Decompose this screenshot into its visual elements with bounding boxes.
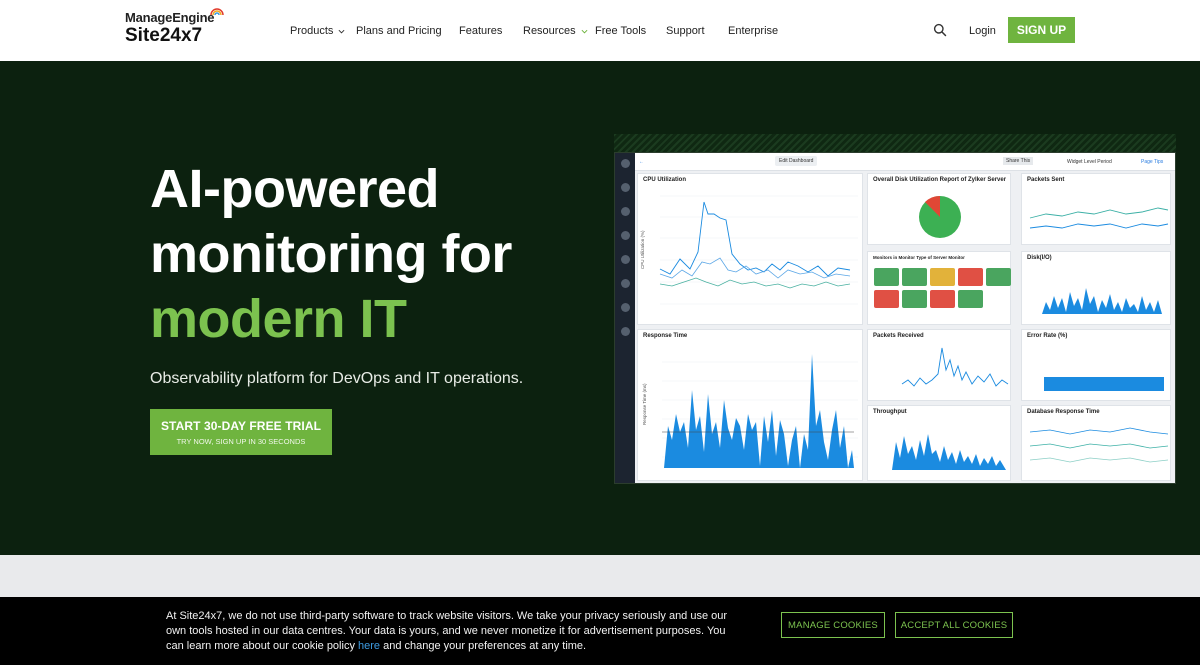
- hero-heading: AI-powered monitoring for modern IT: [150, 157, 512, 352]
- widget-error-rate: Error Rate (%): [1021, 329, 1171, 401]
- db-response-chart: [1029, 427, 1169, 463]
- monitor-tile: [874, 290, 899, 308]
- monitor-tile: [902, 290, 927, 308]
- edit-dashboard-button: Edit Dashboard: [775, 156, 818, 166]
- sidebar-icon: [621, 327, 630, 336]
- search-icon[interactable]: [933, 23, 947, 37]
- nav-features-label: Features: [459, 25, 503, 37]
- logo-arc-icon: [210, 8, 224, 16]
- nav-enterprise-label: Enterprise: [728, 25, 779, 37]
- site24x7-logo[interactable]: ManageEngine Site24x7: [125, 8, 224, 46]
- sidebar-icon: [621, 183, 630, 192]
- cookie-policy-link[interactable]: here: [358, 640, 380, 652]
- signup-button[interactable]: SIGN UP: [1008, 17, 1075, 43]
- sidebar-icon: [621, 159, 630, 168]
- logo-manageengine-text: ManageEngine: [125, 10, 215, 25]
- hero-heading-line2: monitoring for: [150, 224, 512, 284]
- accept-all-cookies-button[interactable]: ACCEPT ALL COOKIES: [895, 612, 1013, 638]
- nav-plans-label: Plans and Pricing: [356, 25, 442, 37]
- site-header: ManageEngine Site24x7 Products Plans and…: [0, 0, 1200, 61]
- nav-products-label: Products: [290, 25, 334, 37]
- monitor-status-grid: [874, 268, 1011, 308]
- sidebar-icon: [621, 279, 630, 288]
- hero-subtitle: Observability platform for DevOps and IT…: [150, 370, 524, 387]
- nav-products[interactable]: Products: [290, 25, 345, 37]
- sidebar-icon: [621, 255, 630, 264]
- period-select: Widget Level Period: [1067, 159, 1112, 165]
- widget-disk-utilization: Overall Disk Utilization Report of Zylke…: [867, 173, 1011, 245]
- chevron-down-icon: [338, 29, 345, 33]
- sidebar-icon: [621, 303, 630, 312]
- widget-packets-sent: Packets Sent: [1021, 173, 1171, 245]
- packets-received-chart: [901, 347, 1009, 387]
- nav-support-label: Support: [666, 25, 705, 37]
- error-rate-chart: [1044, 377, 1164, 391]
- widget-response-time: Response Time Response Time (ms): [637, 329, 863, 481]
- hero-heading-line1: AI-powered: [150, 159, 440, 219]
- back-arrow-icon: ←: [639, 159, 644, 165]
- nav-features[interactable]: Features: [459, 25, 502, 37]
- widget-throughput: Throughput: [867, 405, 1011, 481]
- manage-cookies-button[interactable]: MANAGE COOKIES: [781, 612, 885, 638]
- nav-free-tools-label: Free Tools: [595, 25, 647, 37]
- disk-pie-chart: [919, 195, 961, 238]
- free-trial-button-sublabel: TRY NOW, SIGN UP IN 30 SECONDS: [176, 437, 306, 446]
- y-axis-label: Response Time (ms): [642, 383, 647, 425]
- logo-site24x7-text: Site24x7: [125, 25, 203, 46]
- dashboard-toolbar: ← Edit Dashboard Share This Widget Level…: [635, 153, 1175, 171]
- widget-cpu-utilization: CPU Utilization CPU Utilization (%): [637, 173, 863, 325]
- response-time-chart: Response Time (ms): [642, 354, 858, 468]
- cookie-text-after: and change your preferences at any time.: [380, 640, 587, 652]
- widget-disk-io: Disk(I/O): [1021, 251, 1171, 325]
- cpu-line-chart: CPU Utilization (%): [640, 195, 858, 305]
- monitor-tile: [958, 268, 983, 286]
- nav-resources[interactable]: Resources: [523, 25, 588, 37]
- chevron-down-icon: [581, 29, 588, 33]
- nav-enterprise[interactable]: Enterprise: [728, 25, 778, 37]
- sidebar-icon: [621, 207, 630, 216]
- widget-monitors-status: Monitors in Monitor Type of Server Monit…: [867, 251, 1011, 325]
- login-link[interactable]: Login: [969, 25, 996, 37]
- nav-resources-label: Resources: [523, 25, 576, 37]
- cookie-message: At Site24x7, we do not use third-party s…: [166, 609, 736, 654]
- cookie-banner: At Site24x7, we do not use third-party s…: [0, 597, 1200, 665]
- sidebar-icon: [621, 231, 630, 240]
- nav-free-tools[interactable]: Free Tools: [595, 25, 646, 37]
- widget-db-response-time: Database Response Time: [1021, 405, 1171, 481]
- monitor-tile: [958, 290, 983, 308]
- monitor-tile: [902, 268, 927, 286]
- monitor-tile: [874, 268, 899, 286]
- dashboard-preview: ← Edit Dashboard Share This Widget Level…: [614, 152, 1176, 484]
- y-axis-label: CPU Utilization (%): [640, 230, 645, 269]
- share-button: Share This: [1003, 157, 1034, 165]
- monitor-tile: [930, 268, 955, 286]
- dashboard-sidebar: [615, 153, 635, 483]
- free-trial-button[interactable]: START 30-DAY FREE TRIAL TRY NOW, SIGN UP…: [150, 409, 332, 455]
- section-divider: [0, 555, 1200, 597]
- monitor-tile: [986, 268, 1011, 286]
- throughput-chart: [892, 434, 1006, 470]
- nav-support[interactable]: Support: [666, 25, 705, 37]
- free-trial-button-label: START 30-DAY FREE TRIAL: [160, 419, 322, 433]
- nav-plans-pricing[interactable]: Plans and Pricing: [356, 25, 442, 37]
- hero-heading-line3: modern IT: [150, 289, 407, 349]
- widget-packets-received: Packets Received: [867, 329, 1011, 401]
- monitor-tile: [930, 290, 955, 308]
- packets-sent-chart: [1029, 207, 1169, 229]
- page-tips-link: Page Tips: [1141, 159, 1164, 165]
- disk-io-chart: [1042, 288, 1162, 314]
- dashboard-stripe-decoration: [614, 134, 1176, 152]
